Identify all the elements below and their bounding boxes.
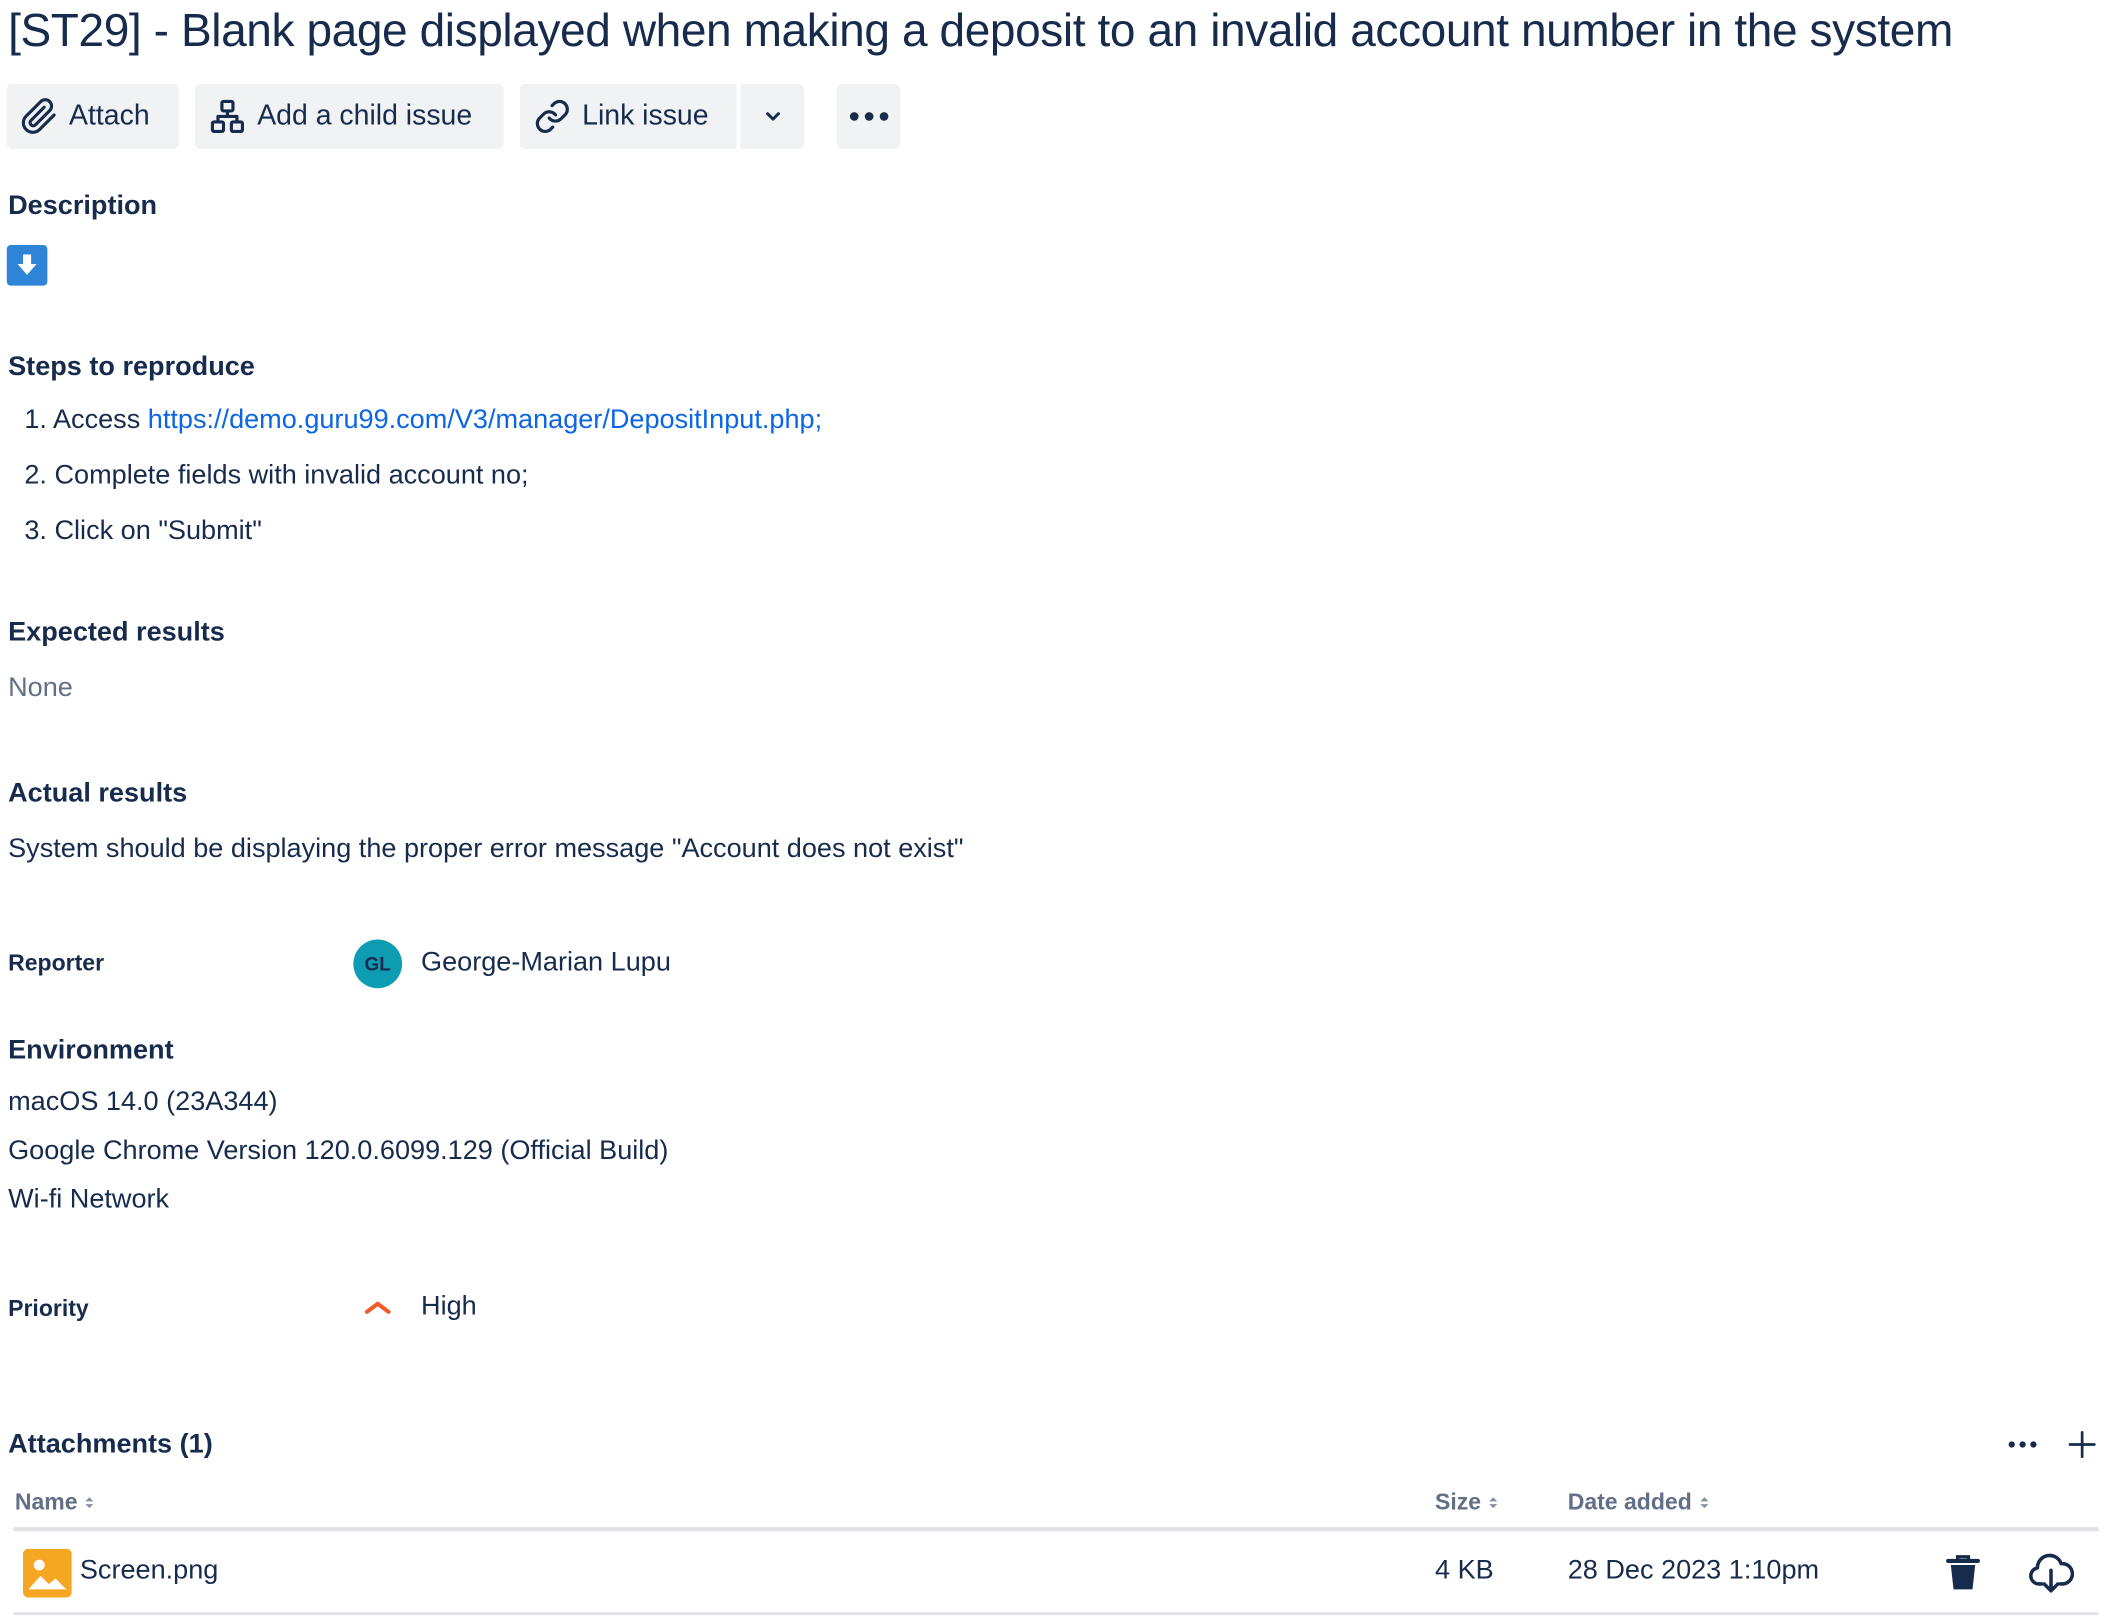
environment-line[interactable]: Wi-fi Network bbox=[8, 1185, 169, 1216]
column-header-date[interactable]: Date added bbox=[1568, 1489, 1711, 1516]
attachment-size: 4 KB bbox=[1435, 1555, 1494, 1586]
arrow-down-icon bbox=[17, 254, 37, 275]
cloud-download-icon[interactable] bbox=[2028, 1551, 2075, 1594]
step-number: 1. bbox=[24, 404, 47, 435]
step-text: Complete fields with invalid account no; bbox=[54, 460, 529, 491]
steps-heading: Steps to reproduce bbox=[8, 351, 255, 382]
column-header-name-label: Name bbox=[14, 1489, 78, 1515]
priority-high-icon bbox=[364, 1301, 391, 1314]
actual-results-heading: Actual results bbox=[8, 778, 188, 809]
add-icon[interactable] bbox=[2067, 1430, 2097, 1460]
attach-button[interactable]: Attach bbox=[6, 83, 179, 149]
priority-label: Priority bbox=[8, 1295, 89, 1322]
expected-results-heading: Expected results bbox=[8, 617, 225, 648]
attachment-name[interactable]: Screen.png bbox=[80, 1556, 218, 1587]
chevron-down-icon bbox=[765, 112, 780, 121]
link-issue-button[interactable]: Link issue bbox=[519, 83, 738, 149]
image-file-icon bbox=[23, 1548, 72, 1598]
issue-title[interactable]: [ST29] - Blank page displayed when makin… bbox=[8, 5, 1953, 58]
sort-icon bbox=[1489, 1497, 1498, 1509]
column-header-date-label: Date added bbox=[1567, 1489, 1692, 1515]
attachments-heading: Attachments (1) bbox=[8, 1429, 213, 1460]
paperclip-icon bbox=[21, 98, 56, 134]
link-issue-label: Link issue bbox=[582, 100, 709, 132]
reporter-name[interactable]: George-Marian Lupu bbox=[421, 948, 671, 979]
step-text: Click on "Submit" bbox=[54, 515, 262, 546]
reporter-label: Reporter bbox=[8, 950, 105, 977]
actual-results-value[interactable]: System should be displaying the proper e… bbox=[8, 834, 963, 865]
attach-label: Attach bbox=[69, 100, 150, 132]
column-header-size-label: Size bbox=[1435, 1489, 1482, 1515]
step-number: 3. bbox=[24, 515, 47, 546]
link-issue-dropdown-button[interactable] bbox=[740, 83, 805, 149]
list-item: 1. Access https://demo.guru99.com/V3/man… bbox=[24, 405, 822, 436]
more-icon[interactable] bbox=[2006, 1438, 2038, 1452]
expected-results-value[interactable]: None bbox=[8, 673, 73, 704]
link-icon bbox=[535, 99, 569, 133]
deposit-url-link[interactable]: https://demo.guru99.com/V3/manager/Depos… bbox=[148, 405, 822, 435]
column-header-size[interactable]: Size bbox=[1435, 1489, 1500, 1516]
sort-icon bbox=[1699, 1497, 1709, 1509]
environment-line[interactable]: macOS 14.0 (23A344) bbox=[8, 1087, 277, 1118]
table-header-divider bbox=[13, 1527, 2099, 1532]
trash-icon[interactable] bbox=[1945, 1554, 1980, 1592]
step-text: Access bbox=[52, 404, 148, 435]
attachment-date: 28 Dec 2023 1:10pm bbox=[1567, 1555, 1820, 1586]
table-row[interactable]: Screen.png 4 KB 28 Dec 2023 1:10pm bbox=[14, 1534, 2099, 1613]
table-row-divider bbox=[13, 1612, 2099, 1616]
step-number: 2. bbox=[24, 460, 47, 491]
list-item: 2. Complete fields with invalid account … bbox=[24, 460, 528, 491]
add-child-issue-label: Add a child issue bbox=[257, 100, 473, 132]
avatar[interactable]: GL bbox=[353, 939, 403, 989]
environment-heading: Environment bbox=[8, 1035, 174, 1066]
download-arrow-icon[interactable] bbox=[6, 245, 48, 286]
hierarchy-icon bbox=[210, 99, 245, 134]
priority-value[interactable]: High bbox=[421, 1292, 477, 1323]
more-icon bbox=[849, 112, 888, 121]
sort-icon bbox=[85, 1497, 94, 1509]
description-heading: Description bbox=[8, 190, 158, 221]
more-actions-button[interactable] bbox=[836, 83, 901, 149]
add-child-issue-button[interactable]: Add a child issue bbox=[194, 83, 504, 149]
list-item: 3. Click on "Submit" bbox=[24, 516, 261, 547]
column-header-name[interactable]: Name bbox=[15, 1489, 97, 1516]
issue-view: [ST29] - Blank page displayed when makin… bbox=[0, 0, 2112, 1620]
environment-line[interactable]: Google Chrome Version 120.0.6099.129 (Of… bbox=[8, 1136, 668, 1167]
